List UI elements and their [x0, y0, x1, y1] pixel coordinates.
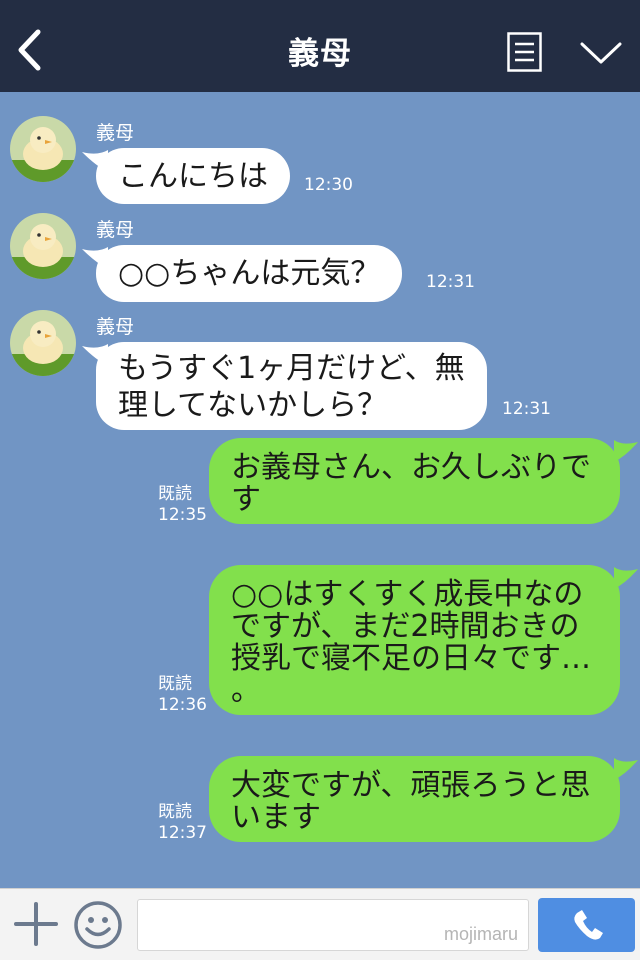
avatar[interactable]: [10, 116, 76, 182]
note-button[interactable]: [507, 32, 542, 72]
bubble-tail: [614, 440, 638, 462]
message-text-line: ○○はすくすく成長中なの: [231, 577, 584, 612]
read-receipt: 既読 12:37: [158, 802, 207, 844]
incoming-message[interactable]: こんにちは: [82, 148, 290, 204]
note-icon: [507, 32, 542, 72]
sender-name: 義母: [96, 219, 135, 241]
outgoing-message[interactable]: ○○はすくすく成長中なの ですが、まだ2時間おきの 授乳で寝不足の日々です… 。: [209, 565, 638, 715]
add-button[interactable]: [14, 902, 58, 946]
message-text-line: す: [231, 482, 261, 517]
chick-avatar-icon: [10, 213, 76, 279]
incoming-message[interactable]: ○○ちゃんは元気？: [82, 245, 403, 302]
message-list[interactable]: 義母 こんにちは 12:30 義母 ○○ちゃんは元気？ 12:31 義母 もうす…: [0, 92, 640, 888]
watermark: mojimaru: [443, 924, 518, 944]
message-text-line: もうすぐ1ヶ月だけど、無: [118, 351, 465, 386]
chevron-down-icon: [580, 42, 622, 64]
sender-name: 義母: [96, 316, 135, 338]
call-button[interactable]: [538, 898, 635, 952]
plus-icon: [14, 902, 58, 946]
message-text-line: 授乳で寝不足の日々です…: [231, 641, 591, 676]
bubble-tail: [82, 344, 108, 366]
read-label: 既読: [158, 674, 192, 694]
sender-name: 義母: [96, 122, 135, 144]
message-text-line: 理してないかしら？: [118, 388, 388, 423]
chick-avatar-icon: [10, 310, 76, 376]
smiley-icon: [74, 901, 122, 949]
message-time: 12:30: [304, 175, 353, 195]
avatar[interactable]: [10, 310, 76, 376]
emoji-button[interactable]: [73, 900, 123, 950]
message-text: こんにちは: [118, 158, 268, 194]
incoming-message[interactable]: もうすぐ1ヶ月だけど、無 理してないかしら？: [82, 342, 487, 430]
message-text-line: 。: [231, 673, 261, 708]
message-input[interactable]: mojimaru: [137, 899, 529, 951]
collapse-button[interactable]: [580, 40, 622, 68]
message-time: 12:37: [158, 823, 207, 843]
read-label: 既読: [158, 802, 192, 822]
chat-header: 義母: [0, 0, 640, 92]
bubble-tail: [614, 567, 638, 589]
read-label: 既読: [158, 484, 192, 504]
outgoing-message[interactable]: 大変ですが、頑張ろうと思 います: [209, 756, 638, 842]
outgoing-message[interactable]: お義母さん、お久しぶりで す: [209, 438, 638, 524]
message-time: 12:31: [502, 399, 551, 419]
message-text-line: お義母さん、お久しぶりで: [231, 450, 591, 485]
bubble-tail: [614, 758, 638, 780]
bubble-tail: [82, 247, 108, 269]
message-text: ○○ちゃんは元気？: [118, 256, 381, 291]
chick-avatar-icon: [10, 116, 76, 182]
input-bar: mojimaru: [0, 888, 640, 960]
message-time: 12:35: [158, 505, 207, 525]
read-receipt: 既読 12:35: [158, 484, 207, 526]
chat-title: 義母: [288, 36, 352, 72]
avatar[interactable]: [10, 213, 76, 279]
phone-icon: [574, 910, 603, 940]
message-time: 12:31: [426, 272, 475, 292]
message-time: 12:36: [158, 695, 207, 715]
bubble-tail: [82, 150, 108, 172]
read-receipt: 既読 12:36: [158, 674, 207, 716]
message-text-line: ですが、まだ2時間おきの: [231, 609, 580, 644]
message-text-line: います: [231, 800, 321, 835]
message-text-line: 大変ですが、頑張ろうと思: [231, 768, 591, 803]
